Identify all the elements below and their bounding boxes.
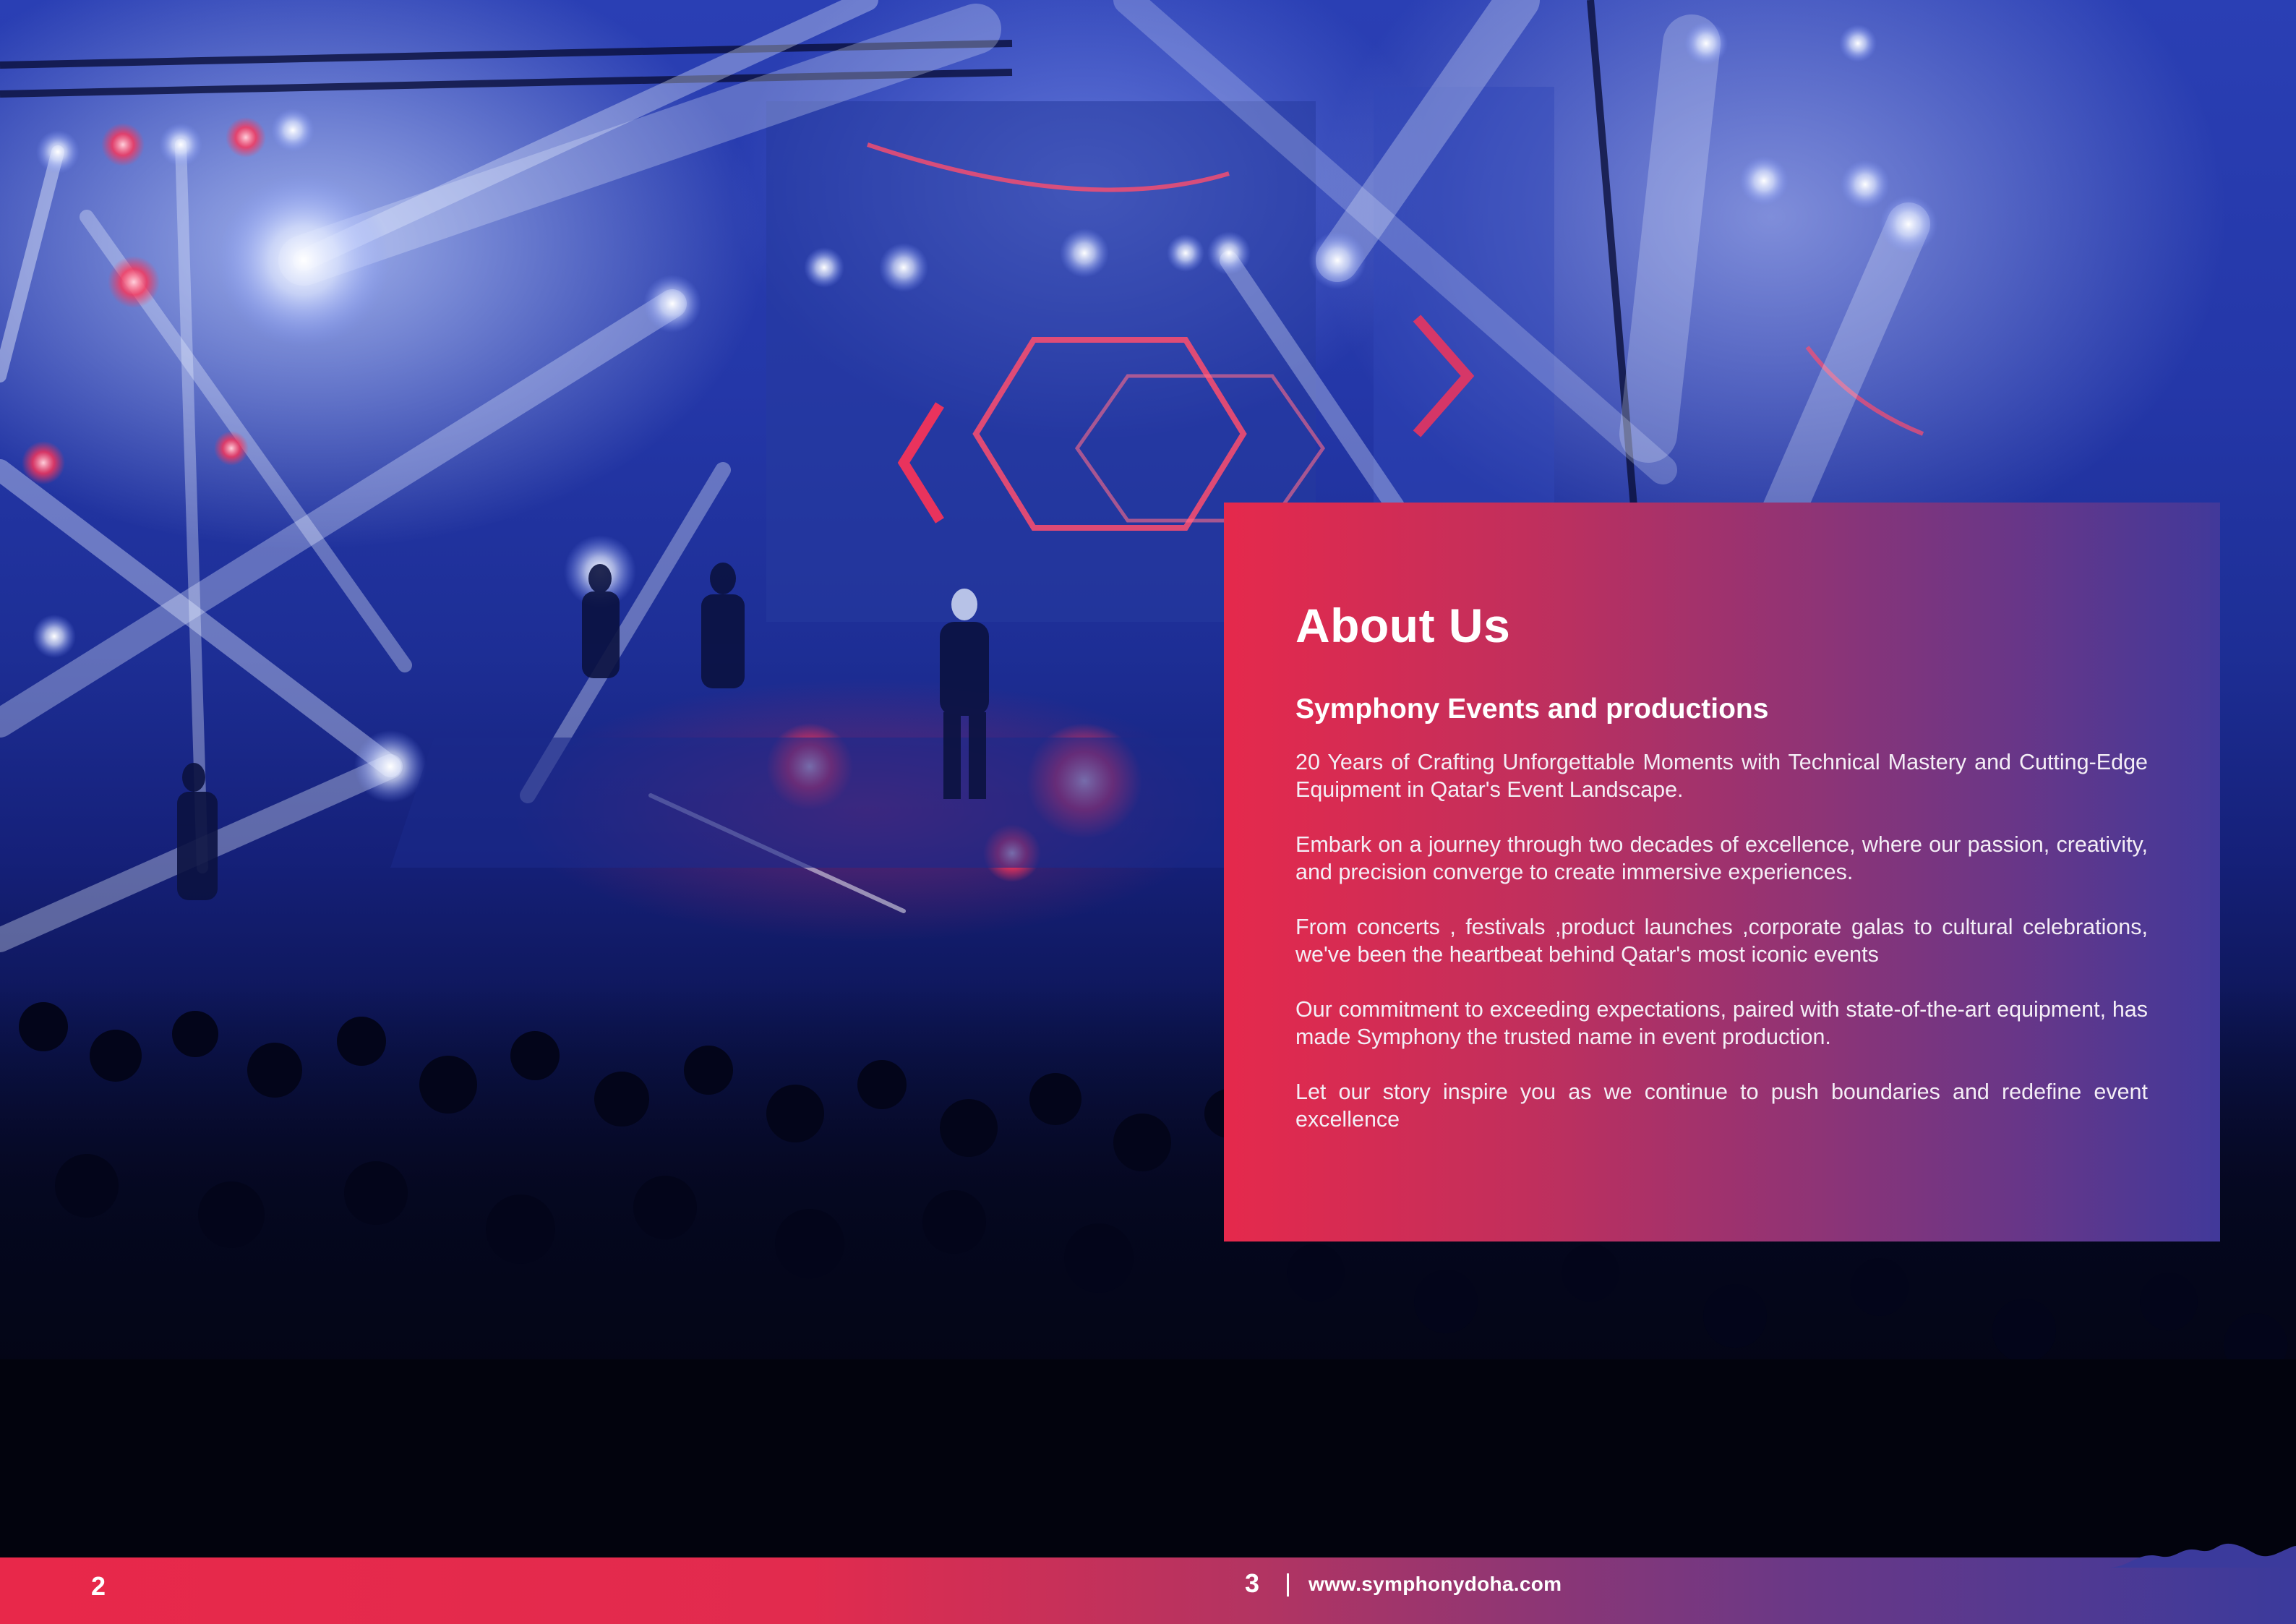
- about-title: About Us: [1295, 599, 1511, 652]
- company-subtitle: Symphony Events and productions: [1295, 693, 1769, 725]
- footer-separator: [1287, 1573, 1289, 1597]
- page-number-right: 3: [1245, 1568, 1260, 1598]
- page-number-left: 2: [91, 1571, 106, 1601]
- footer-wave-decoration: [2108, 1543, 2296, 1568]
- about-paragraph: From concerts , festivals ,product launc…: [1295, 915, 2148, 967]
- website-link[interactable]: www.symphonydoha.com: [1308, 1570, 1562, 1598]
- about-paragraph: 20 Years of Crafting Unforgettable Momen…: [1295, 750, 2148, 802]
- about-paragraph: Let our story inspire you as we continue…: [1295, 1080, 2148, 1132]
- stage-floor: [390, 738, 1272, 868]
- about-paragraph: Our commitment to exceeding expectations…: [1295, 997, 2148, 1049]
- footer-strip: [0, 1557, 2296, 1624]
- about-us-panel: About Us Symphony Events and productions…: [1224, 503, 2220, 1241]
- about-paragraph: Embark on a journey through two decades …: [1295, 832, 2148, 884]
- brochure-spread: About Us Symphony Events and productions…: [0, 0, 2296, 1624]
